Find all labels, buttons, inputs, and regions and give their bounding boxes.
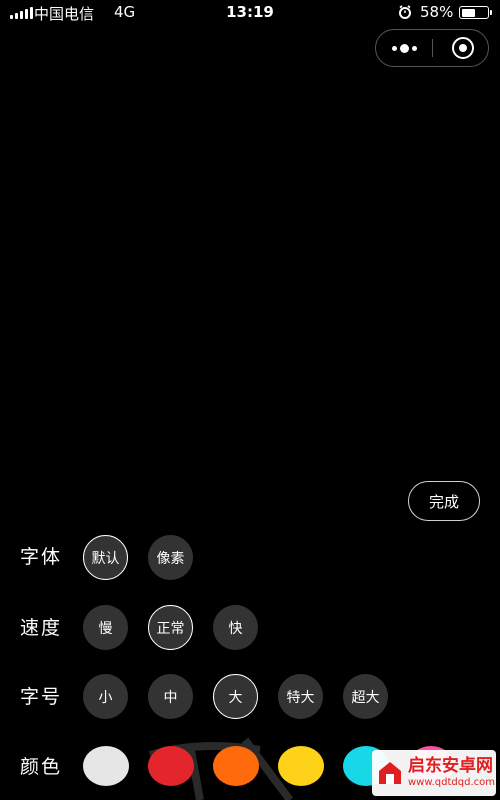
speed-option-fast[interactable]: 快 xyxy=(213,605,258,650)
battery-level xyxy=(461,8,476,17)
close-target-icon[interactable] xyxy=(452,37,474,59)
font-option-default[interactable]: 默认 xyxy=(83,535,128,580)
size-option-medium[interactable]: 中 xyxy=(148,674,193,719)
status-bar: 中国电信 4G 13:19 58% xyxy=(0,0,500,26)
more-icon[interactable] xyxy=(376,30,432,66)
size-option-xxlarge[interactable]: 超大 xyxy=(343,674,388,719)
battery-percent: 58% xyxy=(420,3,454,21)
miniprogram-capsule xyxy=(375,29,489,67)
font-option-pixel[interactable]: 像素 xyxy=(148,535,193,580)
speed-option-slow[interactable]: 慢 xyxy=(83,605,128,650)
color-swatch-white[interactable] xyxy=(83,746,129,786)
size-option-xlarge[interactable]: 特大 xyxy=(278,674,323,719)
site-watermark: 启东安卓网 www.qdtdqd.com xyxy=(372,750,496,796)
speed-option-normal[interactable]: 正常 xyxy=(148,605,193,650)
color-swatch-yellow[interactable] xyxy=(278,746,324,786)
color-swatch-red[interactable] xyxy=(148,746,194,786)
watermark-url: www.qdtdqd.com xyxy=(408,777,495,788)
size-option-small[interactable]: 小 xyxy=(83,674,128,719)
watermark-title: 启东安卓网 xyxy=(408,756,493,776)
battery-cap xyxy=(490,10,492,15)
alarm-icon xyxy=(399,5,411,19)
color-swatch-orange[interactable] xyxy=(213,746,259,786)
color-row-label: 颜色 xyxy=(20,756,63,778)
size-option-large[interactable]: 大 xyxy=(213,674,258,719)
speed-row-label: 速度 xyxy=(20,617,63,639)
battery-icon xyxy=(459,6,489,19)
watermark-logo-icon xyxy=(379,762,401,784)
done-button[interactable]: 完成 xyxy=(408,481,480,521)
capsule-divider xyxy=(432,39,433,57)
size-row-label: 字号 xyxy=(20,686,63,708)
font-row-label: 字体 xyxy=(20,546,63,568)
